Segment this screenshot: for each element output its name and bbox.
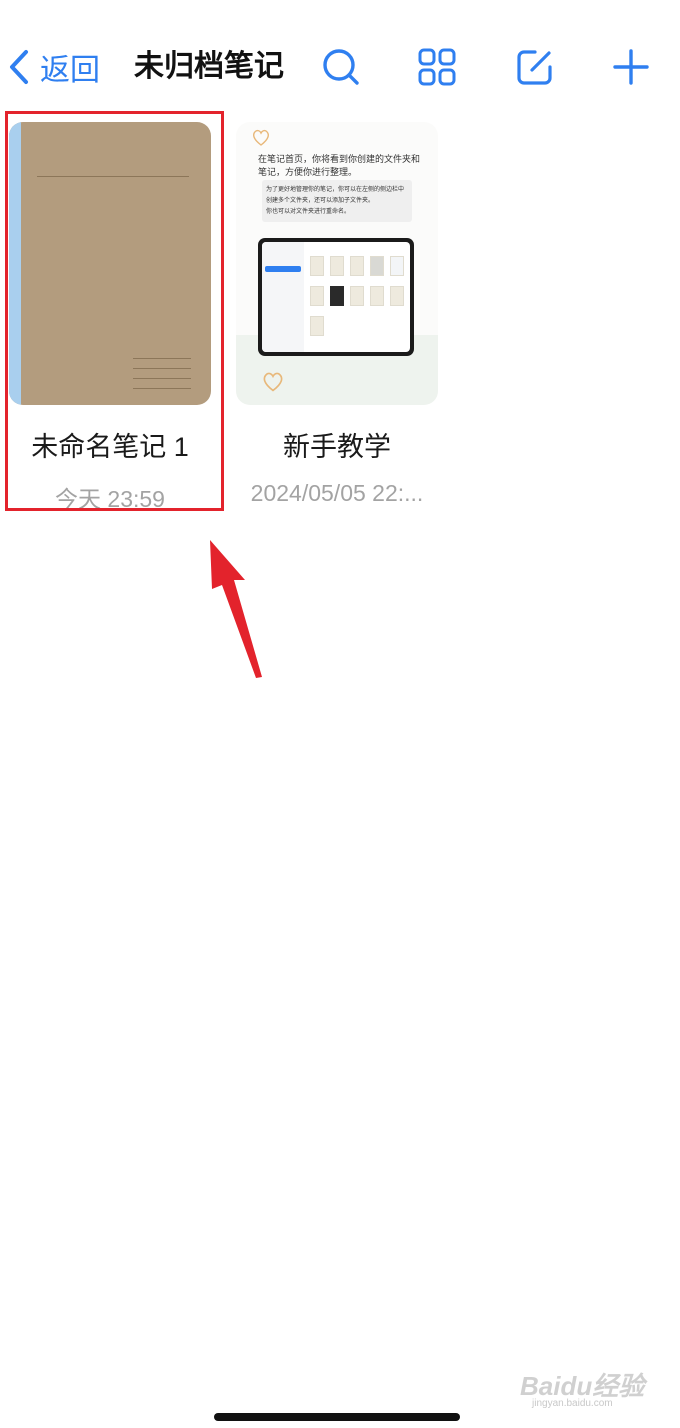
heart-doodle-icon <box>263 372 283 392</box>
chevron-left-icon <box>10 50 28 84</box>
notebook-title: 新手教学 <box>283 432 391 462</box>
arrow-annotation-icon <box>210 540 262 678</box>
add-button[interactable] <box>608 44 654 90</box>
notebook-item[interactable]: 在笔记首页，你将看到你创建的文件夹和 笔记，方便你进行整理。 为了更好地管理你的… <box>236 122 438 507</box>
home-indicator[interactable] <box>214 1413 460 1421</box>
back-label: 返回 <box>40 54 100 87</box>
notebook-cover[interactable]: 在笔记首页，你将看到你创建的文件夹和 笔记，方便你进行整理。 为了更好地管理你的… <box>236 122 438 405</box>
add-icon <box>613 49 649 85</box>
edit-icon <box>517 50 552 85</box>
tablet-illustration <box>258 238 414 356</box>
highlight-box <box>5 111 224 511</box>
page-title: 未归档笔记 <box>134 50 284 83</box>
watermark: Baidu经验 jingyan.baidu.com <box>520 1371 645 1409</box>
notebook-date: 2024/05/05 22:... <box>250 480 424 506</box>
grid-view-icon <box>418 48 456 86</box>
search-icon <box>323 49 359 85</box>
new-note-button[interactable] <box>512 44 558 90</box>
navigation-bar: 返回 未归档笔记 <box>0 0 680 110</box>
back-button[interactable]: 返回 <box>6 44 100 90</box>
grid-view-button[interactable] <box>414 44 460 90</box>
heart-doodle-icon <box>253 129 269 146</box>
search-button[interactable] <box>318 44 364 90</box>
